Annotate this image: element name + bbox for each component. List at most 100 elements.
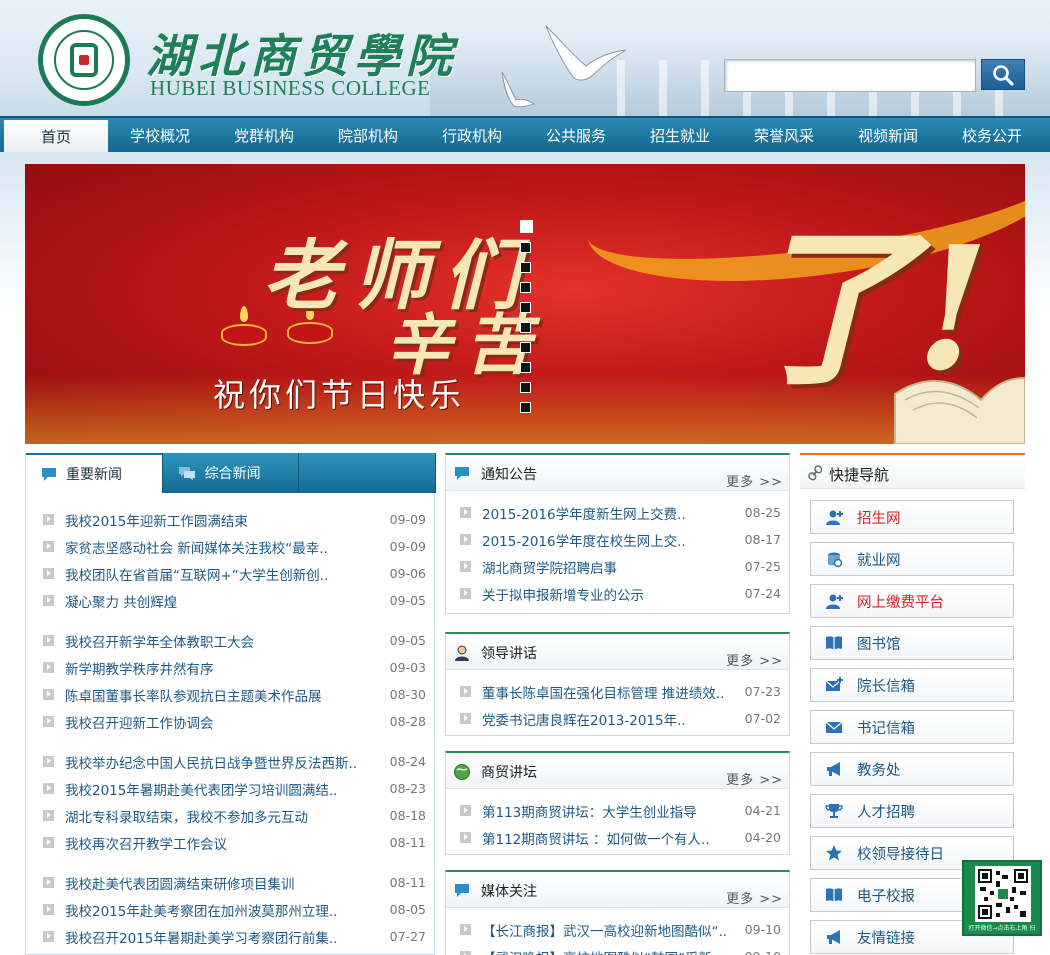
news-item[interactable]: 我校赴美代表团圆满结束研修项目集训 08-11 xyxy=(26,869,434,896)
news-title[interactable]: 凝心聚力 共创辉煌 xyxy=(65,591,386,611)
quick-link-2[interactable]: 就业网 xyxy=(810,542,1014,576)
item-title[interactable]: 2015-2016学年度新生网上交费.. xyxy=(482,503,741,523)
banner-slide-indicators xyxy=(520,220,533,413)
banner-dot-8[interactable] xyxy=(520,362,531,373)
nav-item-public-service[interactable]: 公共服务 xyxy=(524,118,628,152)
item-title[interactable]: 董事长陈卓国在强化目标管理 推进绩效.. xyxy=(482,682,741,702)
nav-item-departments[interactable]: 院部机构 xyxy=(316,118,420,152)
list-item[interactable]: 湖北商贸学院招聘启事 07-25 xyxy=(446,553,789,580)
more-link[interactable]: 更多 >> xyxy=(726,471,783,490)
list-item[interactable]: 【长江商报】武汉一高校迎新地图酷似“.. 09-10 xyxy=(446,916,789,943)
banner-dot-5[interactable] xyxy=(520,302,531,313)
list-item[interactable]: 第113期商贸讲坛：大学生创业指导 04-21 xyxy=(446,797,789,824)
quick-link-8[interactable]: 人才招聘 xyxy=(810,794,1014,828)
nav-item-administration[interactable]: 行政机构 xyxy=(420,118,524,152)
banner-dot-10[interactable] xyxy=(520,402,531,413)
college-logo[interactable] xyxy=(38,14,130,106)
list-item[interactable]: 2015-2016学年度新生网上交费.. 08-25 xyxy=(446,499,789,526)
news-title[interactable]: 我校再次召开教学工作会议 xyxy=(65,833,386,853)
quick-link-6[interactable]: 书记信箱 xyxy=(810,710,1014,744)
banner-dot-7[interactable] xyxy=(520,342,531,353)
tab-general-news[interactable]: 综合新闻 xyxy=(163,453,300,493)
news-item[interactable]: 凝心聚力 共创辉煌 09-05 xyxy=(26,587,434,614)
quick-link-7[interactable]: 教务处 xyxy=(810,752,1014,786)
news-title[interactable]: 我校召开2015年暑期赴美学习考察团行前集.. xyxy=(65,927,386,947)
item-date: 04-20 xyxy=(744,830,781,845)
item-date: 07-02 xyxy=(744,711,781,726)
nav-item-party[interactable]: 党群机构 xyxy=(212,118,316,152)
news-group-spacer xyxy=(26,614,434,627)
quick-link-3[interactable]: 网上缴费平台 xyxy=(810,584,1014,618)
news-item[interactable]: 我校2015年迎新工作圆满结束 09-09 xyxy=(26,506,434,533)
banner-dot-2[interactable] xyxy=(520,242,531,253)
list-item[interactable]: 关于拟申报新增专业的公示 07-24 xyxy=(446,580,789,607)
nav-item-about[interactable]: 学校概况 xyxy=(108,118,212,152)
news-title[interactable]: 我校赴美代表团圆满结束研修项目集训 xyxy=(65,873,386,893)
nav-item-honors[interactable]: 荣誉风采 xyxy=(732,118,836,152)
banner-dot-9[interactable] xyxy=(520,382,531,393)
item-title[interactable]: 湖北商贸学院招聘启事 xyxy=(482,557,741,577)
main-nav: 首页 学校概况 党群机构 院部机构 行政机构 公共服务 招生就业 荣誉风采 视频… xyxy=(0,116,1050,152)
news-item[interactable]: 我校2015年暑期赴美代表团学习培训圆满结.. 08-23 xyxy=(26,775,434,802)
news-item[interactable]: 陈卓国董事长率队参观抗日主题美术作品展 08-30 xyxy=(26,681,434,708)
news-title[interactable]: 我校举办纪念中国人民抗日战争暨世界反法西斯.. xyxy=(65,752,386,772)
news-item[interactable]: 湖北专科录取结束，我校不参加多元互动 08-18 xyxy=(26,802,434,829)
quick-link-5[interactable]: 院长信箱 xyxy=(810,668,1014,702)
banner-dot-1[interactable] xyxy=(520,220,533,233)
item-title[interactable]: 【武汉晚报】高校地图酷似“鼓囝”采新.. xyxy=(482,947,741,955)
quick-link-label: 网上缴费平台 xyxy=(857,594,944,611)
banner-dot-4[interactable] xyxy=(520,282,531,293)
news-title[interactable]: 家贫志坚感动社会 新闻媒体关注我校“最幸.. xyxy=(65,537,386,557)
more-link[interactable]: 更多 >> xyxy=(726,650,783,669)
wechat-qr-widget[interactable]: 打开微信→点击右上角 扫一扫→分享或收藏 xyxy=(962,860,1042,936)
more-link[interactable]: 更多 >> xyxy=(726,888,783,907)
news-title[interactable]: 我校召开迎新工作协调会 xyxy=(65,712,386,732)
more-link[interactable]: 更多 >> xyxy=(726,769,783,788)
tab-empty[interactable] xyxy=(299,453,437,493)
nav-item-video-news[interactable]: 视频新闻 xyxy=(836,118,940,152)
banner-dot-6[interactable] xyxy=(520,322,531,333)
item-title[interactable]: 第112期商贸讲坛 ：如何做一个有人.. xyxy=(482,828,741,848)
news-title[interactable]: 新学期教学秩序井然有序 xyxy=(65,658,386,678)
list-item[interactable]: 党委书记唐良辉在2013-2015年.. 07-02 xyxy=(446,705,789,732)
news-title[interactable]: 陈卓国董事长率队参观抗日主题美术作品展 xyxy=(65,685,386,705)
nav-item-admissions[interactable]: 招生就业 xyxy=(628,118,732,152)
item-title[interactable]: 【长江商报】武汉一高校迎新地图酷似“.. xyxy=(482,920,741,940)
list-item[interactable]: 2015-2016学年度在校生网上交.. 08-17 xyxy=(446,526,789,553)
search-input[interactable] xyxy=(724,59,976,92)
nav-item-affairs[interactable]: 校务公开 xyxy=(940,118,1044,152)
news-date: 09-09 xyxy=(389,539,426,554)
quick-link-1[interactable]: 招生网 xyxy=(810,500,1014,534)
news-item[interactable]: 我校召开新学年全体教职工大会 09-05 xyxy=(26,627,434,654)
quick-link-4[interactable]: 图书馆 xyxy=(810,626,1014,660)
list-item[interactable]: 董事长陈卓国在强化目标管理 推进绩效.. 07-23 xyxy=(446,678,789,705)
news-title[interactable]: 我校2015年暑期赴美代表团学习培训圆满结.. xyxy=(65,779,386,799)
news-date: 08-18 xyxy=(389,808,426,823)
news-item[interactable]: 新学期教学秩序井然有序 09-03 xyxy=(26,654,434,681)
news-title[interactable]: 湖北专科录取结束，我校不参加多元互动 xyxy=(65,806,386,826)
tab-important-news[interactable]: 重要新闻 xyxy=(26,453,163,493)
news-item[interactable]: 家贫志坚感动社会 新闻媒体关注我校“最幸.. 09-09 xyxy=(26,533,434,560)
item-title[interactable]: 关于拟申报新增专业的公示 xyxy=(482,584,741,604)
news-title[interactable]: 我校2015年迎新工作圆满结束 xyxy=(65,510,386,530)
person-icon xyxy=(455,645,469,661)
news-title[interactable]: 我校2015年赴美考察团在加州波莫那州立理.. xyxy=(65,900,386,920)
news-item[interactable]: 我校再次召开教学工作会议 08-11 xyxy=(26,829,434,856)
list-item[interactable]: 第112期商贸讲坛 ：如何做一个有人.. 04-20 xyxy=(446,824,789,851)
bullet-arrow-icon xyxy=(43,837,54,848)
news-item[interactable]: 我校团队在省首届“互联网+”大学生创新创.. 09-06 xyxy=(26,560,434,587)
hero-banner[interactable]: 老师们 辛苦 了! 祝你们节日快乐 xyxy=(25,164,1025,444)
search-button[interactable] xyxy=(981,59,1025,90)
news-item[interactable]: 我校召开迎新工作协调会 08-28 xyxy=(26,708,434,735)
news-item[interactable]: 我校2015年赴美考察团在加州波莫那州立理.. 08-05 xyxy=(26,896,434,923)
news-item[interactable]: 我校召开2015年暑期赴美学习考察团行前集.. 07-27 xyxy=(26,923,434,950)
news-title[interactable]: 我校团队在省首届“互联网+”大学生创新创.. xyxy=(65,564,386,584)
item-title[interactable]: 2015-2016学年度在校生网上交.. xyxy=(482,530,741,550)
item-title[interactable]: 党委书记唐良辉在2013-2015年.. xyxy=(482,709,741,729)
banner-dot-3[interactable] xyxy=(520,262,531,273)
list-item[interactable]: 【武汉晚报】高校地图酷似“鼓囝”采新..09-10 xyxy=(446,943,789,955)
news-title[interactable]: 我校召开新学年全体教职工大会 xyxy=(65,631,386,651)
item-title[interactable]: 第113期商贸讲坛：大学生创业指导 xyxy=(482,801,741,821)
news-item[interactable]: 我校举办纪念中国人民抗日战争暨世界反法西斯.. 08-24 xyxy=(26,748,434,775)
nav-item-home[interactable]: 首页 xyxy=(4,120,108,152)
